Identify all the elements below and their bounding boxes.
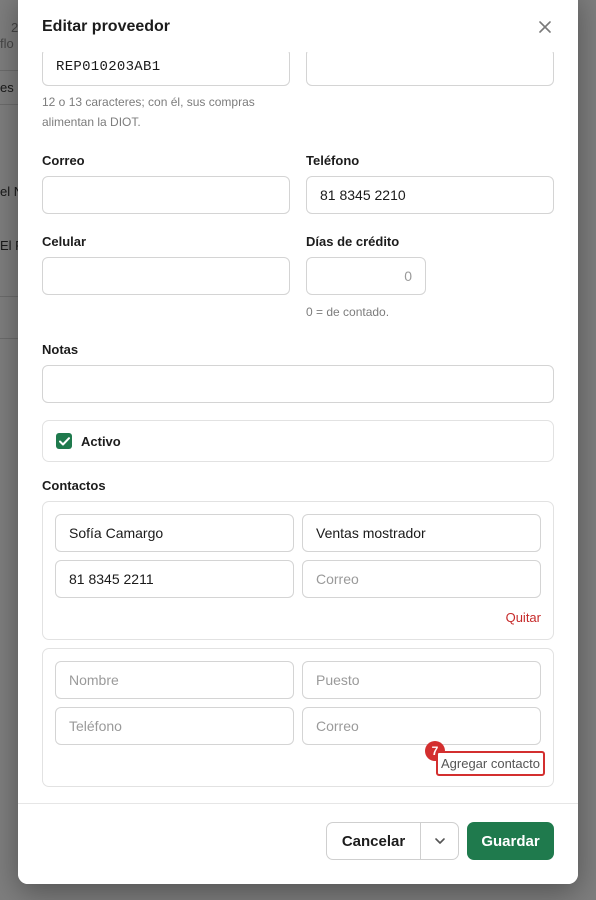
rfc-help-text: 12 o 13 caracteres; con él, sus compras … <box>42 92 255 132</box>
contact-position-value: Ventas mostrador <box>316 525 426 541</box>
new-contact-position-input[interactable]: Puesto <box>302 661 541 699</box>
dialog-footer: Cancelar Guardar <box>18 803 578 884</box>
add-contact-button[interactable]: Agregar contacto <box>435 751 545 776</box>
edit-supplier-dialog: REP010203AB1 12 o 13 caracteres; con él,… <box>18 0 578 884</box>
checkmark-icon <box>58 436 70 445</box>
contact-name-value: Sofía Camargo <box>69 525 164 541</box>
phone-value: 81 8345 2210 <box>320 187 406 203</box>
remove-contact-button[interactable]: Quitar <box>506 610 541 625</box>
phone-label: Teléfono <box>306 153 360 168</box>
contact-email-placeholder: Correo <box>316 571 359 587</box>
credit-days-help: 0 = de contado. <box>306 305 390 319</box>
contact-phone-value: 81 8345 2211 <box>69 571 154 587</box>
new-contact-name-input[interactable]: Nombre <box>55 661 294 699</box>
close-button[interactable] <box>534 16 556 38</box>
email-label: Correo <box>42 153 85 168</box>
rfc-input[interactable]: REP010203AB1 <box>42 48 290 86</box>
active-checkbox[interactable] <box>56 433 72 449</box>
dialog-header: Editar proveedor <box>18 0 578 52</box>
contact-card: Sofía Camargo Ventas mostrador 81 8345 2… <box>42 501 554 640</box>
save-button[interactable]: Guardar <box>467 822 554 860</box>
chevron-down-icon <box>434 838 445 844</box>
cancel-button[interactable]: Cancelar <box>326 822 420 860</box>
dialog-title: Editar proveedor <box>42 18 171 35</box>
credit-days-input[interactable]: 0 <box>306 257 426 295</box>
new-contact-card: Nombre Puesto Teléfono Correo 7 Agregar … <box>42 648 554 787</box>
phone-input[interactable]: 81 8345 2210 <box>306 176 554 214</box>
new-contact-email-input[interactable]: Correo <box>302 707 541 745</box>
credit-days-label: Días de crédito <box>306 234 400 249</box>
rfc-help-line: alimentan la DIOT. <box>42 115 141 129</box>
new-contact-email-placeholder: Correo <box>316 718 359 734</box>
contact-name-input[interactable]: Sofía Camargo <box>55 514 294 552</box>
mobile-label: Celular <box>42 234 87 249</box>
active-toggle-row: Activo <box>42 420 554 462</box>
contacts-label: Contactos <box>42 478 106 493</box>
new-contact-phone-input[interactable]: Teléfono <box>55 707 294 745</box>
dialog-body: REP010203AB1 12 o 13 caracteres; con él,… <box>18 0 578 803</box>
close-icon <box>539 21 551 33</box>
contact-phone-input[interactable]: 81 8345 2211 <box>55 560 294 598</box>
active-label: Activo <box>81 434 121 449</box>
contact-position-input[interactable]: Ventas mostrador <box>302 514 541 552</box>
new-contact-position-placeholder: Puesto <box>316 672 360 688</box>
rfc-value: REP010203AB1 <box>56 59 161 75</box>
mobile-input[interactable] <box>42 257 290 295</box>
business-name-input[interactable] <box>306 48 554 86</box>
contact-email-input[interactable]: Correo <box>302 560 541 598</box>
credit-days-value: 0 <box>404 268 412 284</box>
new-contact-name-placeholder: Nombre <box>69 672 119 688</box>
email-input[interactable] <box>42 176 290 214</box>
cancel-options-button[interactable] <box>420 822 459 860</box>
rfc-help-line: 12 o 13 caracteres; con él, sus compras <box>42 95 255 109</box>
notes-input[interactable] <box>42 365 554 403</box>
new-contact-phone-placeholder: Teléfono <box>69 718 122 734</box>
notes-label: Notas <box>42 342 79 357</box>
